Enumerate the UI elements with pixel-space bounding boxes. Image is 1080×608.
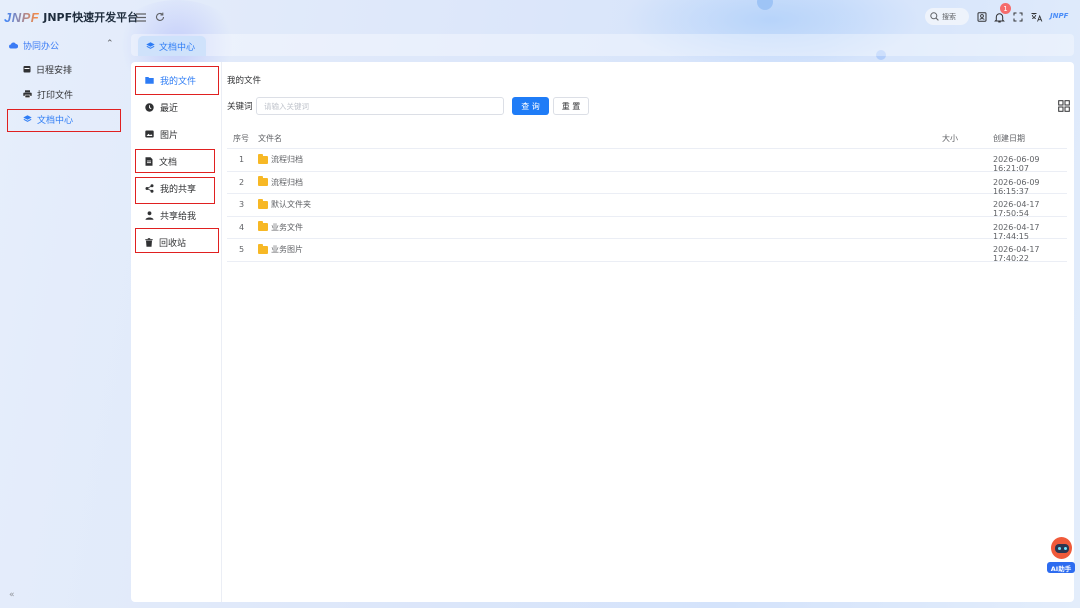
row-file-name[interactable]: 流程归档: [258, 176, 303, 188]
row-file-name[interactable]: 流程归档: [258, 153, 303, 165]
row-date: 2026-04-17 17:44:15: [993, 222, 1040, 241]
folder-icon: [145, 77, 154, 84]
table-header: 序号 文件名 大小 创建日期: [227, 127, 1067, 149]
layers-icon: [23, 115, 32, 122]
sidebar-item-document-center[interactable]: 文档中心: [0, 108, 126, 130]
file-name-text: 流程归档: [271, 155, 303, 164]
reset-button[interactable]: 重 置: [553, 97, 589, 115]
sidebar-item-label: 打印文件: [37, 90, 74, 101]
language-icon[interactable]: [1029, 9, 1045, 25]
breadcrumb: 我的文件: [227, 76, 262, 86]
sidebar-item-label: 文档中心: [37, 115, 74, 126]
nav-label: 文档: [159, 157, 178, 168]
row-date: 2026-06-09 16:21:07: [993, 155, 1040, 173]
header-search[interactable]: 搜索: [925, 8, 969, 25]
trash-icon: [145, 237, 153, 247]
table-row[interactable]: 5 业务图片 2026-04-17 17:40:22: [227, 239, 1067, 263]
robot-eye: [1064, 547, 1067, 550]
nav-label: 最近: [160, 103, 179, 114]
file-nav-documents[interactable]: 文档: [137, 151, 217, 171]
table-row[interactable]: 1 流程归档 2026-06-09 16:21:07: [227, 149, 1067, 173]
keyword-label: 关键词: [227, 102, 253, 112]
image-icon: [145, 130, 154, 138]
row-file-name[interactable]: 业务文件: [258, 221, 303, 233]
tab-document-center[interactable]: 文档中心: [138, 36, 206, 56]
file-nav-recycle-bin[interactable]: 回收站: [137, 232, 217, 252]
nav-label: 回收站: [159, 238, 187, 249]
table-row[interactable]: 3 默认文件夹 2026-04-17 17:50:54: [227, 194, 1067, 218]
row-index: 5: [239, 245, 245, 254]
table-row[interactable]: 2 流程归档 2026-06-09 16:15:37: [227, 172, 1067, 196]
folder-icon: [258, 198, 268, 209]
file-name-text: 流程归档: [271, 177, 303, 187]
collapse-sidebar-icon[interactable]: «: [9, 590, 15, 600]
file-nav-my-shares[interactable]: 我的共享: [137, 178, 217, 198]
document-icon: [145, 156, 153, 166]
file-nav-images[interactable]: 图片: [137, 124, 217, 144]
column-header-index: 序号: [233, 134, 249, 143]
row-date: 2026-04-17 17:40:22: [993, 245, 1040, 263]
contacts-icon[interactable]: [974, 9, 990, 25]
calendar-icon: [23, 66, 31, 73]
sidebar-item-print[interactable]: 打印文件: [0, 83, 126, 105]
search-icon: [930, 12, 939, 21]
row-index: 1: [239, 155, 245, 164]
file-nav-my-files[interactable]: 我的文件: [137, 70, 217, 90]
row-date: 2026-06-09 16:15:37: [993, 177, 1040, 196]
nav-label: 共享给我: [160, 211, 197, 222]
sidebar-group-label: 协同办公: [23, 41, 60, 52]
search-label: 搜索: [942, 12, 956, 21]
tab-bar: [131, 34, 1074, 56]
column-header-name[interactable]: 文件名: [258, 133, 282, 144]
nav-label: 我的文件: [160, 76, 197, 87]
user-logo[interactable]: JNPF: [1050, 12, 1068, 20]
robot-eye: [1058, 547, 1061, 550]
file-nav-recent[interactable]: 最近: [137, 97, 217, 117]
printer-icon: [23, 90, 32, 98]
layers-icon: [146, 42, 155, 49]
column-header-size[interactable]: 大小: [942, 133, 958, 144]
menu-toggle-icon[interactable]: [133, 9, 149, 25]
folder-icon: [258, 221, 268, 231]
row-file-name[interactable]: 业务图片: [258, 243, 303, 255]
cloud-icon: [9, 42, 18, 49]
nav-label: 图片: [160, 130, 179, 141]
sidebar: 协同办公 ⌃ 日程安排 打印文件 文档中心 «: [0, 34, 126, 608]
app-title: JNPF快速开发平台: [43, 11, 139, 24]
keyword-input[interactable]: [256, 97, 504, 115]
ai-assistant-label: AI助手: [1047, 562, 1075, 573]
app-logo[interactable]: JNPF JNPF快速开发平台: [4, 9, 138, 25]
sidebar-item-schedule[interactable]: 日程安排: [0, 58, 126, 80]
row-date: 2026-04-17 17:50:54: [993, 200, 1040, 218]
refresh-icon[interactable]: [152, 9, 168, 25]
share-icon: [145, 183, 154, 193]
chevron-up-icon: ⌃: [106, 39, 114, 49]
row-index: 3: [239, 200, 245, 209]
users-icon: [145, 210, 154, 220]
tab-label: 文档中心: [159, 42, 196, 53]
column-header-date[interactable]: 创建日期: [993, 133, 1025, 144]
folder-icon: [258, 176, 268, 186]
fullscreen-icon[interactable]: [1010, 9, 1026, 25]
sidebar-item-label: 日程安排: [36, 65, 73, 76]
ai-assistant-button[interactable]: AI助手: [1046, 535, 1076, 575]
grid-view-icon[interactable]: [1058, 100, 1070, 112]
sidebar-group-collab[interactable]: 协同办公 ⌃: [0, 34, 126, 56]
folder-icon: [258, 153, 268, 164]
file-nav-shared-with-me[interactable]: 共享给我: [137, 205, 217, 225]
logo-mark: JNPF: [4, 9, 40, 25]
nav-label: 我的共享: [160, 184, 197, 195]
row-file-name[interactable]: 默认文件夹: [258, 198, 311, 210]
row-index: 2: [239, 177, 245, 187]
file-name-text: 业务文件: [271, 222, 303, 232]
query-button[interactable]: 查 询: [512, 97, 549, 115]
clock-icon: [145, 102, 154, 112]
folder-icon: [258, 243, 268, 254]
table-row[interactable]: 4 业务文件 2026-04-17 17:44:15: [227, 217, 1067, 241]
file-name-text: 默认文件夹: [271, 200, 311, 209]
row-index: 4: [239, 222, 245, 232]
file-name-text: 业务图片: [271, 245, 303, 254]
